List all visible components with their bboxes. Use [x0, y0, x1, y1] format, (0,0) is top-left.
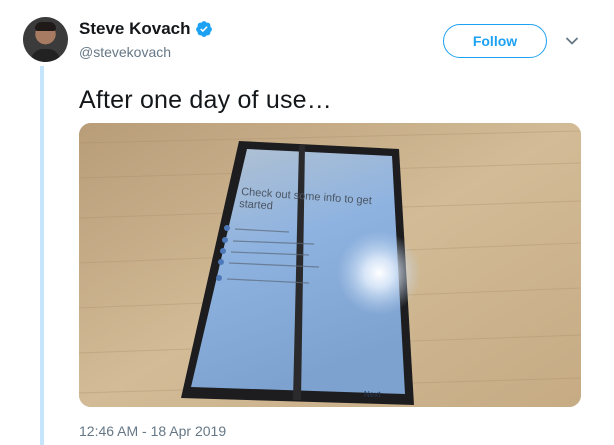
- author-name[interactable]: Steve Kovach: [79, 19, 191, 39]
- screen-heading-line2: started: [239, 198, 273, 212]
- thread-line: [40, 66, 44, 445]
- media-photo: Check out some info to get started Next: [79, 123, 581, 407]
- tweet-media[interactable]: Check out some info to get started Next: [79, 123, 581, 407]
- follow-button[interactable]: Follow: [443, 24, 547, 58]
- avatar[interactable]: [23, 17, 68, 62]
- tweet-text: After one day of use…: [79, 86, 332, 114]
- screen-next-label: Next: [364, 390, 381, 399]
- verified-badge-icon: [195, 21, 212, 37]
- avatar-shirt: [31, 49, 60, 62]
- tweet-timestamp[interactable]: 12:46 AM - 18 Apr 2019: [79, 423, 226, 439]
- chevron-down-icon[interactable]: [564, 33, 580, 49]
- avatar-hair: [35, 22, 56, 31]
- author-row: Steve Kovach: [79, 19, 213, 39]
- author-handle[interactable]: @stevekovach: [79, 44, 171, 60]
